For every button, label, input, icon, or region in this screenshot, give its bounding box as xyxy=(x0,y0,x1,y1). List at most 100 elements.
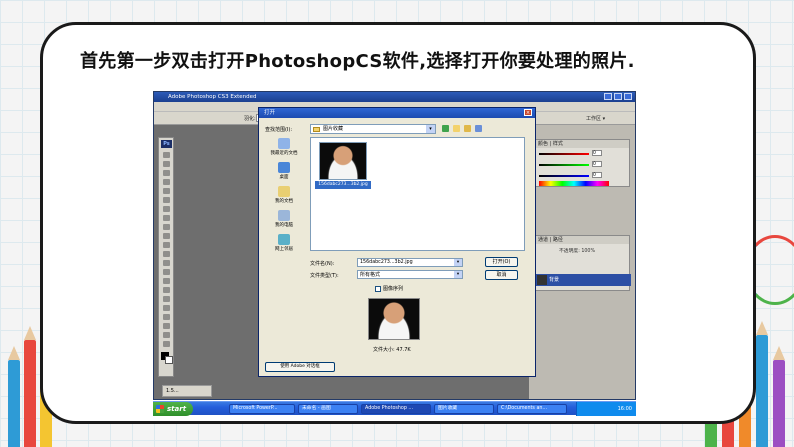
toolbox: Ps xyxy=(158,137,174,377)
healing-tool-icon[interactable] xyxy=(163,206,170,212)
place-recent[interactable]: 我最近的文档 xyxy=(264,138,304,156)
file-name-chevron-icon[interactable]: ▾ xyxy=(454,259,462,266)
history-brush-tool-icon[interactable] xyxy=(163,233,170,239)
shape-tool-icon[interactable] xyxy=(163,305,170,311)
look-in-dropdown[interactable]: 图片收藏 ▾ xyxy=(310,124,436,134)
marquee-tool-icon[interactable] xyxy=(163,161,170,167)
window-controls xyxy=(604,93,632,100)
chevron-down-icon[interactable]: ▾ xyxy=(426,125,435,133)
view-menu-icon[interactable] xyxy=(475,125,482,132)
ps-logo: Ps xyxy=(161,140,172,148)
file-item[interactable]: 156dabc273...3b2.jpg xyxy=(315,142,371,189)
color-spectrum[interactable] xyxy=(539,181,609,186)
pen-tool-icon[interactable] xyxy=(163,278,170,284)
dialog-close-button[interactable]: × xyxy=(524,109,532,116)
crop-tool-icon[interactable] xyxy=(163,188,170,194)
taskbar-item-photoshop[interactable]: Adobe Photoshop ... xyxy=(361,404,431,414)
dialog-nav-icons xyxy=(442,125,482,132)
up-folder-icon[interactable] xyxy=(453,125,460,132)
blue-value[interactable]: 0 xyxy=(592,172,602,178)
new-folder-icon[interactable] xyxy=(464,125,471,132)
file-name-label: 文件名(N): xyxy=(310,261,335,267)
type-tool-icon[interactable] xyxy=(163,287,170,293)
file-type-label: 文件类型(T): xyxy=(310,273,339,279)
green-value[interactable]: 0 xyxy=(592,161,602,167)
windows-logo-icon xyxy=(156,405,164,413)
slide-heading: 首先第一步双击打开PhotoshopCS软件,选择打开你要处理的照片. xyxy=(80,51,635,72)
blur-tool-icon[interactable] xyxy=(163,260,170,266)
file-size: 文件大小: 47.7K xyxy=(373,347,411,353)
decor-pencil-8 xyxy=(773,360,785,447)
network-places-icon xyxy=(278,234,290,245)
maximize-button[interactable] xyxy=(614,93,622,100)
place-desktop[interactable]: 桌面 xyxy=(264,162,304,180)
image-sequence-checkbox[interactable] xyxy=(375,285,381,292)
taskbar-item-paint[interactable]: 未命名 - 画图 xyxy=(298,404,358,414)
green-slider[interactable] xyxy=(539,164,589,166)
clock: 16:00 xyxy=(617,406,632,412)
lasso-tool-icon[interactable] xyxy=(163,170,170,176)
path-select-tool-icon[interactable] xyxy=(163,296,170,302)
file-type-chevron-icon[interactable]: ▾ xyxy=(454,271,462,278)
color-panel-tabs[interactable]: 颜色 | 样式 xyxy=(535,140,629,148)
file-type-select[interactable]: 所有格式 ▾ xyxy=(357,270,463,279)
gradient-tool-icon[interactable] xyxy=(163,251,170,257)
layers-panel-tabs[interactable]: 通道 | 路径 xyxy=(535,236,629,244)
recent-documents-icon xyxy=(278,138,290,149)
notes-tool-icon[interactable] xyxy=(163,314,170,320)
red-value[interactable]: 0 xyxy=(592,150,602,156)
image-sequence-label: 图像序列 xyxy=(383,286,404,292)
background-color-swatch[interactable] xyxy=(165,356,173,364)
start-button[interactable]: start xyxy=(153,402,193,416)
place-network[interactable]: 网上邻居 xyxy=(264,234,304,252)
taskbar-item-pictures[interactable]: 图片收藏 xyxy=(434,404,494,414)
taskbar-item-documents[interactable]: C:\Documents an... xyxy=(497,404,567,414)
photoshop-title: Adobe Photoshop CS3 Extended xyxy=(168,94,257,100)
folder-icon xyxy=(313,127,320,132)
image-sequence-option[interactable]: 图像序列 xyxy=(375,285,403,292)
cancel-button[interactable]: 取消 xyxy=(485,270,518,280)
taskbar-item-powerpoint[interactable]: Microsoft PowerP... xyxy=(229,404,295,414)
blue-slider[interactable] xyxy=(539,175,589,177)
eraser-tool-icon[interactable] xyxy=(163,242,170,248)
my-documents-icon xyxy=(278,186,290,197)
opacity-label[interactable]: 不透明度: 100% xyxy=(559,247,595,254)
brush-tool-icon[interactable] xyxy=(163,215,170,221)
file-name-value: 156dabc273...3b2.jpg xyxy=(360,260,413,265)
start-label: start xyxy=(167,405,187,413)
file-caption: 156dabc273...3b2.jpg xyxy=(315,181,371,189)
desktop-icon xyxy=(278,162,290,173)
magic-wand-tool-icon[interactable] xyxy=(163,179,170,185)
layer-row-background[interactable]: 背景 xyxy=(535,274,631,286)
workspace-menu[interactable]: 工作区 ▾ xyxy=(586,115,605,122)
zoom-tool-icon[interactable] xyxy=(163,341,170,347)
slice-tool-icon[interactable] xyxy=(163,197,170,203)
image-preview xyxy=(368,298,420,340)
hand-tool-icon[interactable] xyxy=(163,332,170,338)
file-list-area[interactable]: 156dabc273...3b2.jpg xyxy=(310,137,525,251)
dodge-tool-icon[interactable] xyxy=(163,269,170,275)
decor-pencil-7 xyxy=(756,335,768,447)
decor-pencil-1 xyxy=(8,360,20,447)
back-icon[interactable] xyxy=(442,125,449,132)
close-button[interactable] xyxy=(624,93,632,100)
layers-panel: 通道 | 路径 不透明度: 100% 背景 xyxy=(534,235,631,291)
my-computer-icon xyxy=(278,210,290,221)
place-my-documents[interactable]: 我的文档 xyxy=(264,186,304,204)
photoshop-titlebar: Adobe Photoshop CS3 Extended xyxy=(154,92,635,102)
use-adobe-dialog-button[interactable]: 使用 Adobe 对话框 xyxy=(265,362,335,372)
red-slider[interactable] xyxy=(539,153,589,155)
open-button[interactable]: 打开(O) xyxy=(485,257,518,267)
place-my-computer[interactable]: 我的电脑 xyxy=(264,210,304,228)
minimize-button[interactable] xyxy=(604,93,612,100)
system-tray: 16:00 xyxy=(576,402,636,416)
eyedropper-tool-icon[interactable] xyxy=(163,323,170,329)
dialog-titlebar: 打开 × xyxy=(259,108,535,118)
color-panel: 颜色 | 样式 0 0 0 xyxy=(534,139,630,187)
move-tool-icon[interactable] xyxy=(163,152,170,158)
file-name-input[interactable]: 156dabc273...3b2.jpg ▾ xyxy=(357,258,463,267)
feather-label: 羽化: xyxy=(244,116,256,122)
panels-dock: 颜色 | 样式 0 0 0 通道 | 路径 不透明度: 100% 背景 xyxy=(529,125,635,399)
stamp-tool-icon[interactable] xyxy=(163,224,170,230)
minimized-document[interactable]: 1.5... xyxy=(162,385,212,397)
